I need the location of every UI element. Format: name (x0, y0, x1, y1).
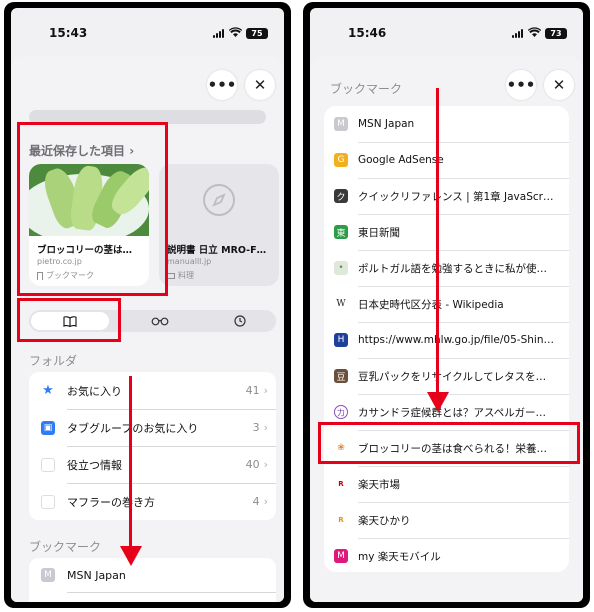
tonichi-favicon-icon: 東 (334, 225, 348, 239)
bookmark-row[interactable]: Hhttps://www.mhlw.go.jp/file/05-Shin… (324, 322, 569, 358)
bookmark-label: クイックリファレンス | 第1章 JavaScr… (358, 190, 554, 203)
bookmark-row-msn[interactable]: M MSN Japan (41, 558, 268, 592)
bookmark-row[interactable]: R 楽天市場 (324, 466, 569, 502)
chevron-right-icon: › (263, 421, 268, 434)
folder-thumbnail-icon (41, 457, 55, 472)
scroll-arrow-line (129, 376, 132, 548)
chevron-right-icon: › (263, 384, 268, 397)
more-button[interactable]: ••• (506, 70, 536, 100)
bookmark-label: my 楽天モバイル (358, 550, 441, 563)
bookmark-row[interactable]: • ポルトガル語を勉強するときに私が使… (324, 250, 569, 286)
cellular-signal-icon (512, 29, 525, 38)
folder-count: 4 (252, 495, 260, 508)
scroll-arrow-head-icon (120, 546, 142, 566)
highlight-broccoli-bookmark (318, 422, 580, 464)
bookmarks-title: ブックマーク (330, 82, 403, 96)
bookmark-row[interactable]: 東東日新聞 (324, 214, 569, 250)
cassandra-favicon-icon: カ (334, 405, 348, 419)
bookmarks-list: M MSN Japan (29, 558, 276, 602)
folder-icon (167, 272, 175, 279)
google-adsense-favicon-icon: G (334, 153, 348, 167)
bookmark-label: https://www.mhlw.go.jp/file/05-Shin… (358, 334, 554, 346)
card-domain: manualll.jp (167, 257, 212, 266)
soy-milk-favicon-icon: 豆 (334, 369, 348, 383)
folder-label: お気に入り (67, 384, 122, 398)
bookmarks-title: ブックマーク (29, 540, 102, 554)
star-icon: ★ (42, 383, 54, 398)
chevron-right-icon: › (263, 495, 268, 508)
bookmark-label: MSN Japan (67, 568, 126, 582)
close-button[interactable]: ✕ (245, 70, 275, 100)
card-title: 説明書 日立 MRO-F… (167, 245, 267, 256)
mhlw-favicon-icon: H (334, 333, 348, 347)
folder-count: 3 (252, 421, 260, 434)
scroll-arrow-line (436, 88, 439, 394)
recent-card-manual[interactable]: 説明書 日立 MRO-F… manualll.jp 料理 (159, 164, 279, 286)
scroll-arrow-head-icon (427, 392, 449, 412)
bookmark-label: 楽天市場 (358, 478, 400, 491)
folder-thumbnail-icon (41, 494, 55, 509)
folder-row-muffler[interactable]: マフラーの巻き方 4 › (41, 483, 268, 520)
bookmark-row[interactable]: M MSN Japan (324, 106, 569, 142)
msn-favicon-icon: M (41, 568, 55, 582)
close-button[interactable]: ✕ (544, 70, 574, 100)
folder-count: 40 (245, 458, 260, 471)
bookmark-label: カサンドラ症候群とは？アスペルガー… (358, 406, 546, 419)
folder-row-tab-groups[interactable]: ▣ タブグループのお気に入り 3 › (41, 409, 268, 446)
bookmark-row[interactable]: W 日本史時代区分表 - Wikipedia (324, 286, 569, 322)
bookmark-row[interactable]: ククイックリファレンス | 第1章 JavaScr… (324, 178, 569, 214)
bookmark-row[interactable]: R 楽天ひかり (324, 502, 569, 538)
screen-right: 15:46 73 ••• ✕ ブックマーク M MSN Japan G Google… (310, 8, 583, 602)
folder-label: マフラーの巻き方 (67, 495, 155, 509)
battery-icon: 75 (246, 28, 268, 39)
rakuten-hikari-favicon-icon: R (334, 513, 348, 527)
folders-list: ★ お気に入り 41 › ▣ タブグループのお気に入り 3 › 役立つ情報 40… (29, 372, 276, 520)
wifi-icon (229, 27, 242, 37)
msn-favicon-icon: M (334, 117, 348, 131)
status-bar: 15:43 75 (11, 8, 284, 48)
tab-history[interactable] (205, 312, 275, 330)
bookmark-label: 日本史時代区分表 - Wikipedia (358, 298, 504, 311)
more-button[interactable]: ••• (207, 70, 237, 100)
bookmark-label: 豆乳パックをリサイクルしてレタスを… (358, 370, 547, 383)
folder-count: 41 (245, 384, 260, 397)
bookmark-label: 東日新聞 (358, 226, 400, 239)
quick-reference-favicon-icon: ク (334, 189, 348, 203)
status-bar: 15:46 73 (310, 8, 583, 48)
rakuten-ichiba-favicon-icon: R (334, 477, 348, 491)
tab-reading-list[interactable] (125, 312, 195, 330)
tab-group-icon: ▣ (41, 420, 55, 435)
folders-title: フォルダ (29, 354, 78, 368)
folder-row-useful-info[interactable]: 役立つ情報 40 › (41, 446, 268, 483)
folder-row-favorites[interactable]: ★ お気に入り 41 › (41, 372, 268, 409)
bookmark-row[interactable]: G Google AdSense (324, 142, 569, 178)
folder-label: タブグループのお気に入り (67, 421, 199, 435)
chevron-right-icon: › (263, 458, 268, 471)
portuguese-favicon-icon: • (334, 261, 348, 275)
bookmark-row[interactable]: 豆豆乳パックをリサイクルしてレタスを… (324, 358, 569, 394)
rakuten-mobile-favicon-icon: M (334, 549, 348, 563)
bookmarks-list: M MSN Japan G Google AdSense ククイックリファレンス |… (324, 106, 569, 572)
compass-icon (159, 164, 279, 236)
bookmark-row[interactable]: Mmy 楽天モバイル (324, 538, 569, 574)
phone-right: 15:46 73 ••• ✕ ブックマーク M MSN Japan G Google… (303, 2, 590, 608)
folder-label: 役立つ情報 (67, 458, 122, 472)
card-tag: 料理 (178, 271, 194, 280)
battery-icon: 73 (545, 28, 567, 39)
highlight-bookmarks-tab (17, 298, 121, 342)
cellular-signal-icon (213, 29, 226, 38)
bookmark-label: MSN Japan (358, 118, 415, 130)
wifi-icon (528, 27, 541, 37)
bookmark-label: ポルトガル語を勉強するときに私が使… (358, 262, 547, 275)
clock-icon (234, 315, 246, 327)
glasses-icon (151, 317, 169, 325)
bookmark-label: 楽天ひかり (358, 514, 411, 527)
wikipedia-favicon-icon: W (334, 297, 348, 311)
highlight-recent-items (17, 122, 168, 296)
status-time: 15:43 (49, 26, 88, 40)
status-time: 15:46 (348, 26, 387, 40)
screen-left: 15:43 75 ••• ✕ 最近保存した項目 › ブロッコリーの茎は… pie… (11, 8, 284, 602)
phone-left: 15:43 75 ••• ✕ 最近保存した項目 › ブロッコリーの茎は… pie… (4, 2, 291, 608)
